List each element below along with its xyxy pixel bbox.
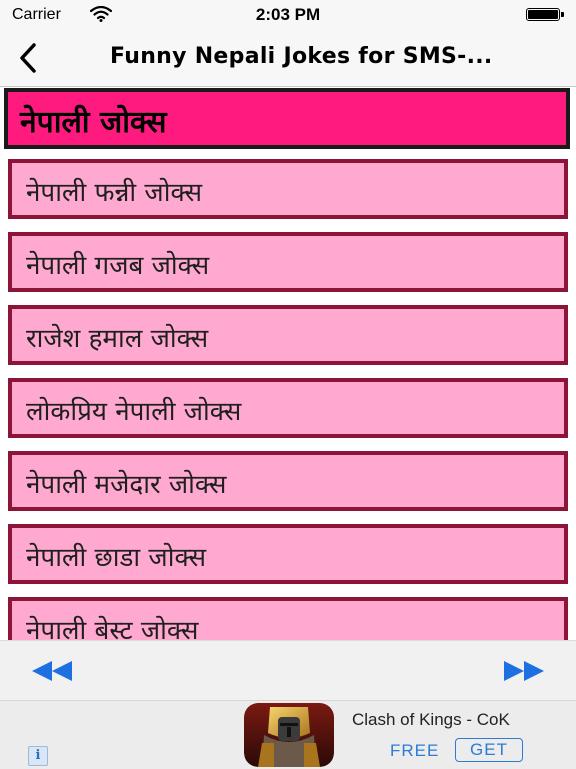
status-bar: Carrier 2:03 PM xyxy=(0,0,576,30)
category-header-title: नेपाली जोक्स xyxy=(20,105,167,140)
list-item-label: राजेश हमाल जोक्स xyxy=(26,324,209,354)
page-title: Funny Nepali Jokes for SMS-... xyxy=(110,44,493,69)
list-item[interactable]: नेपाली बेस्ट जोक्स xyxy=(8,597,568,640)
navigation-bar: Funny Nepali Jokes for SMS-... xyxy=(0,30,576,87)
rewind-icon[interactable] xyxy=(30,660,74,682)
list-item-label: नेपाली फन्नी जोक्स xyxy=(26,178,203,208)
ad-banner[interactable]: i Clash of Kings - CoK FREE GET xyxy=(0,700,576,769)
category-header: नेपाली जोक्स xyxy=(4,88,570,149)
jokes-category-list[interactable]: नेपाली फन्नी जोक्स नेपाली गजब जोक्स राजे… xyxy=(0,153,576,640)
pager-toolbar xyxy=(0,640,576,701)
ad-price-label: FREE xyxy=(390,741,440,760)
list-item[interactable]: नेपाली मजेदार जोक्स xyxy=(8,451,568,511)
ad-get-button[interactable]: GET xyxy=(455,738,523,762)
list-item[interactable]: नेपाली छाडा जोक्स xyxy=(8,524,568,584)
status-time: 2:03 PM xyxy=(255,5,321,24)
list-item-label: लोकप्रिय नेपाली जोक्स xyxy=(26,397,242,427)
back-chevron-icon[interactable] xyxy=(16,42,40,74)
ad-app-icon[interactable] xyxy=(244,703,334,767)
battery-icon xyxy=(526,8,564,21)
ad-app-name: Clash of Kings - CoK xyxy=(352,710,510,729)
list-item[interactable]: लोकप्रिय नेपाली जोक्स xyxy=(8,378,568,438)
ad-info-icon[interactable]: i xyxy=(28,746,48,766)
list-item[interactable]: नेपाली फन्नी जोक्स xyxy=(8,159,568,219)
list-item-label: नेपाली बेस्ट जोक्स xyxy=(26,616,199,640)
list-item-label: नेपाली छाडा जोक्स xyxy=(26,543,207,573)
fastforward-icon[interactable] xyxy=(502,660,546,682)
list-item[interactable]: नेपाली गजब जोक्स xyxy=(8,232,568,292)
list-item[interactable]: राजेश हमाल जोक्स xyxy=(8,305,568,365)
list-item-label: नेपाली मजेदार जोक्स xyxy=(26,470,227,500)
list-item-label: नेपाली गजब जोक्स xyxy=(26,251,210,281)
